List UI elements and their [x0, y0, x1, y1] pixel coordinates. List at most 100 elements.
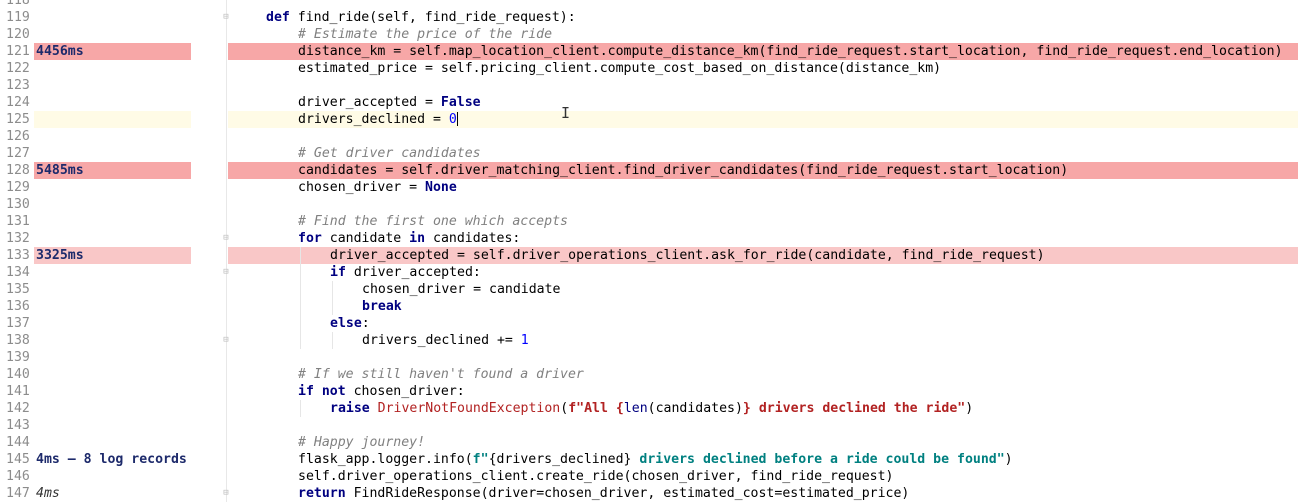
code-editor[interactable]: 118 119 ⊟ def find_ride(self, find_ride_req…: [0, 0, 1298, 502]
code-line[interactable]: 121 4456ms distance_km = self.map_location…: [0, 43, 1298, 60]
code-text[interactable]: estimated_price = self.pricing_client.co…: [228, 60, 1298, 77]
code-text[interactable]: chosen_driver = candidate: [228, 281, 1298, 298]
code-line[interactable]: 131 # Find the first one which accepts: [0, 213, 1298, 230]
code-text[interactable]: self.driver_operations_client.create_rid…: [228, 468, 1298, 485]
code-text[interactable]: flask_app.logger.info(f"{drivers_decline…: [228, 451, 1298, 468]
code-token: (candidates): [647, 401, 743, 416]
code-token: FindRideResponse(driver=chosen_driver, e…: [353, 486, 910, 501]
code-line[interactable]: 147 4ms ⊟ return FindRideResponse(driver=ch…: [0, 485, 1298, 502]
code-text[interactable]: # Find the first one which accepts: [228, 213, 1298, 230]
code-text[interactable]: candidates = self.driver_matching_client…: [228, 162, 1298, 179]
code-text[interactable]: distance_km = self.map_location_client.c…: [228, 43, 1298, 60]
timing-annotation[interactable]: [34, 468, 191, 485]
code-text[interactable]: # Get driver candidates: [228, 145, 1298, 162]
code-text[interactable]: def find_ride(self, find_ride_request):: [228, 9, 1298, 26]
timing-annotation[interactable]: [34, 145, 191, 162]
gutter-separator: [226, 383, 227, 400]
timing-annotation[interactable]: [34, 230, 191, 247]
code-line[interactable]: 145 4ms – 8 log records flask_app.logger.i…: [0, 451, 1298, 468]
code-text[interactable]: driver_accepted = False: [228, 94, 1298, 111]
code-text[interactable]: for candidate in candidates:: [228, 230, 1298, 247]
timing-annotation[interactable]: [34, 111, 191, 128]
timing-annotation[interactable]: [34, 94, 191, 111]
timing-annotation[interactable]: [34, 179, 191, 196]
code-line[interactable]: 127 # Get driver candidates: [0, 145, 1298, 162]
code-text[interactable]: break: [228, 298, 1298, 315]
code-text[interactable]: chosen_driver = None: [228, 179, 1298, 196]
code-line[interactable]: 143: [0, 417, 1298, 434]
code-text[interactable]: # Estimate the price of the ride: [228, 26, 1298, 43]
code-text[interactable]: [228, 349, 1298, 366]
code-text[interactable]: driver_accepted = self.driver_operations…: [228, 247, 1298, 264]
timing-annotation[interactable]: [34, 60, 191, 77]
code-text[interactable]: if not chosen_driver:: [228, 383, 1298, 400]
code-text[interactable]: [228, 0, 1298, 9]
timing-annotation[interactable]: [34, 0, 191, 9]
timing-annotation[interactable]: [34, 366, 191, 383]
code-line[interactable]: 135 chosen_driver = candidate: [0, 281, 1298, 298]
code-line[interactable]: 140 # If we still haven't found a driver: [0, 366, 1298, 383]
code-token: f"All: [568, 401, 616, 416]
timing-annotation[interactable]: [34, 315, 191, 332]
code-text[interactable]: [228, 77, 1298, 94]
code-line[interactable]: 136 break: [0, 298, 1298, 315]
code-line[interactable]: 141 if not chosen_driver:: [0, 383, 1298, 400]
code-text[interactable]: else:: [228, 315, 1298, 332]
code-line[interactable]: 137 else:: [0, 315, 1298, 332]
timing-annotation[interactable]: [34, 400, 191, 417]
code-line[interactable]: 142 raise DriverNotFoundException(f"All {…: [0, 400, 1298, 417]
code-text[interactable]: raise DriverNotFoundException(f"All {len…: [228, 400, 1298, 417]
code-line[interactable]: 124 driver_accepted = False: [0, 94, 1298, 111]
code-line[interactable]: 125 drivers_declined = 0: [0, 111, 1298, 128]
code-line[interactable]: 132 ⊟ for candidate in candidates:: [0, 230, 1298, 247]
code-text[interactable]: [228, 417, 1298, 434]
line-number: 138: [6, 333, 30, 348]
code-text[interactable]: # If we still haven't found a driver: [228, 366, 1298, 383]
code-line[interactable]: 144 # Happy journey!: [0, 434, 1298, 451]
timing-annotation[interactable]: 4ms – 8 log records: [34, 451, 191, 468]
timing-annotation[interactable]: [34, 434, 191, 451]
code-line[interactable]: 133 3325ms driver_accepted = self.driver_o…: [0, 247, 1298, 264]
timing-annotation[interactable]: [34, 196, 191, 213]
code-text[interactable]: drivers_declined += 1: [228, 332, 1298, 349]
timing-annotation[interactable]: 4456ms: [34, 43, 191, 60]
code-text[interactable]: [228, 196, 1298, 213]
indent-guide: [300, 247, 301, 264]
line-number: 140: [6, 367, 30, 382]
timing-annotation[interactable]: [34, 298, 191, 315]
timing-annotation[interactable]: [34, 264, 191, 281]
timing-annotation[interactable]: [34, 128, 191, 145]
code-line[interactable]: 139: [0, 349, 1298, 366]
code-text[interactable]: [228, 128, 1298, 145]
timing-annotation[interactable]: [34, 213, 191, 230]
timing-annotation[interactable]: [34, 9, 191, 26]
code-line[interactable]: 146 self.driver_operations_client.create_…: [0, 468, 1298, 485]
code-text[interactable]: return FindRideResponse(driver=chosen_dr…: [228, 485, 1298, 502]
timing-annotation[interactable]: 5485ms: [34, 162, 191, 179]
code-line[interactable]: 126: [0, 128, 1298, 145]
timing-annotation[interactable]: 3325ms: [34, 247, 191, 264]
code-line[interactable]: 129 chosen_driver = None: [0, 179, 1298, 196]
code-line[interactable]: 130: [0, 196, 1298, 213]
code-text[interactable]: # Happy journey!: [228, 434, 1298, 451]
code-line[interactable]: 134 ⊟ if driver_accepted:: [0, 264, 1298, 281]
timing-annotation[interactable]: [34, 383, 191, 400]
timing-annotation[interactable]: [34, 26, 191, 43]
code-line[interactable]: 122 estimated_price = self.pricing_client…: [0, 60, 1298, 77]
code-line[interactable]: 128 5485ms candidates = self.driver_matchi…: [0, 162, 1298, 179]
timing-annotation[interactable]: [34, 417, 191, 434]
timing-annotation[interactable]: [34, 332, 191, 349]
indent-guide: [300, 400, 301, 417]
code-line[interactable]: 123: [0, 77, 1298, 94]
code-text[interactable]: if driver_accepted:: [228, 264, 1298, 281]
timing-annotation[interactable]: [34, 77, 191, 94]
timing-annotation[interactable]: [34, 281, 191, 298]
timing-annotation[interactable]: [34, 349, 191, 366]
line-number: 119: [6, 10, 30, 25]
code-line[interactable]: 118: [0, 0, 1298, 9]
code-text[interactable]: drivers_declined = 0: [228, 111, 1298, 128]
code-line[interactable]: 119 ⊟ def find_ride(self, find_ride_reques…: [0, 9, 1298, 26]
timing-annotation[interactable]: 4ms: [34, 485, 191, 502]
code-line[interactable]: 138 ⊟ drivers_declined += 1: [0, 332, 1298, 349]
code-line[interactable]: 120 # Estimate the price of the ride: [0, 26, 1298, 43]
